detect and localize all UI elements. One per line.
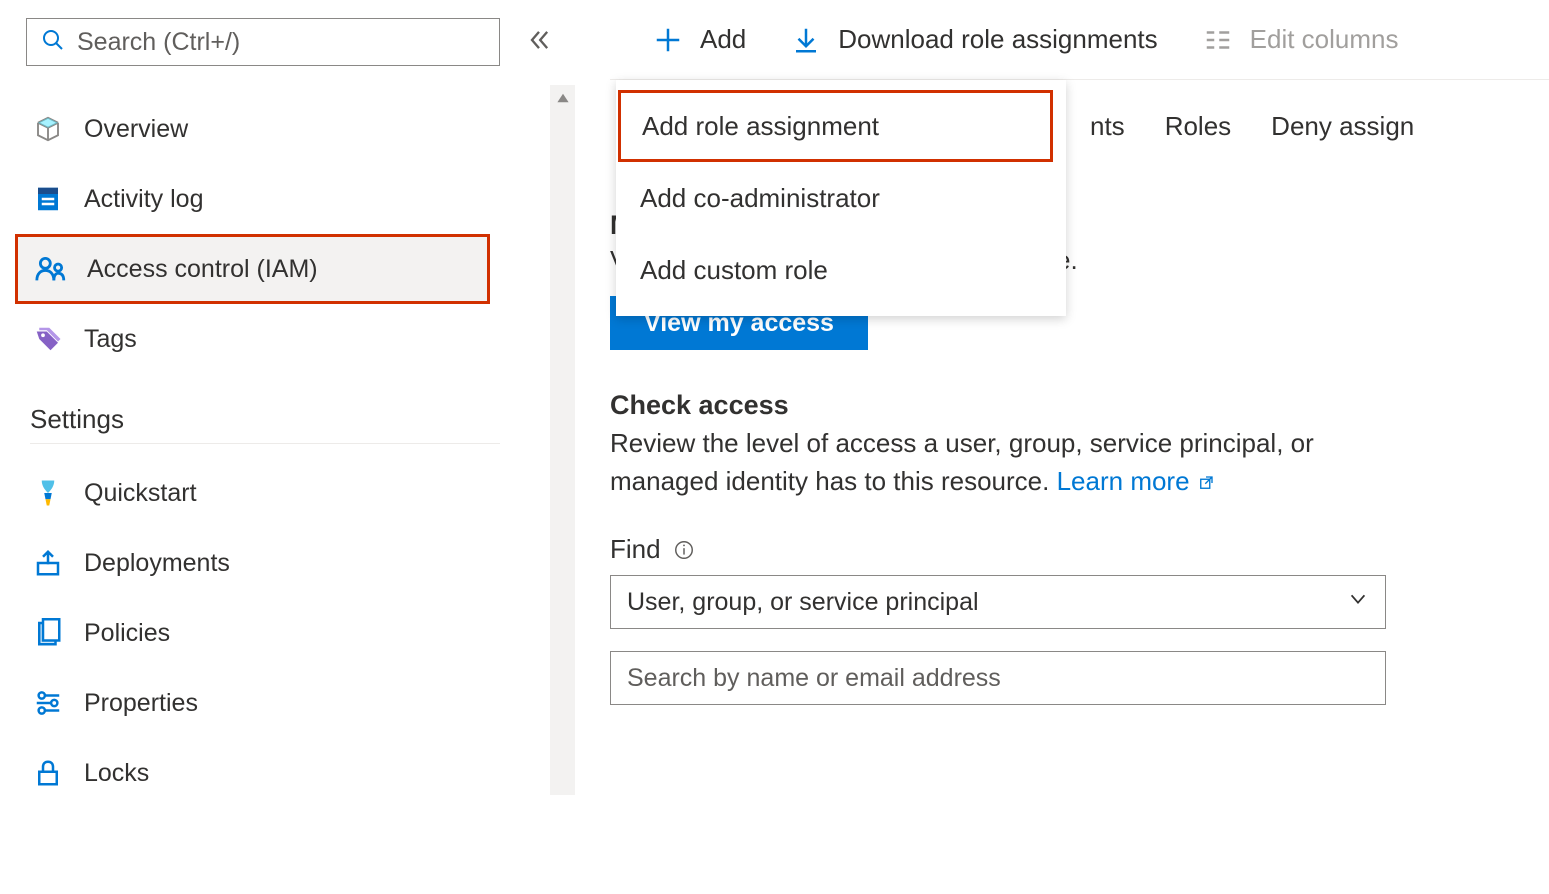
- dropdown-item-label: Add role assignment: [642, 111, 879, 142]
- people-icon: [33, 251, 69, 287]
- search-input[interactable]: [77, 28, 485, 57]
- learn-more-link[interactable]: Learn more: [1057, 466, 1215, 496]
- toolbar: Add Download role assignments Edit colum…: [610, 0, 1549, 80]
- find-search-box[interactable]: [610, 651, 1386, 705]
- quickstart-icon: [30, 475, 66, 511]
- dropdown-add-co-administrator[interactable]: Add co-administrator: [616, 162, 1066, 234]
- activity-log-icon: [30, 181, 66, 217]
- check-access-section: Check access Review the level of access …: [610, 390, 1549, 705]
- dropdown-add-role-assignment[interactable]: Add role assignment: [618, 90, 1053, 162]
- properties-icon: [30, 685, 66, 721]
- download-icon: [790, 24, 822, 56]
- learn-more-label: Learn more: [1057, 466, 1190, 496]
- tab-role-assignments-partial[interactable]: nts: [1090, 111, 1125, 142]
- external-link-icon: [1197, 474, 1215, 492]
- tab-deny-assignments[interactable]: Deny assign: [1271, 111, 1414, 142]
- nav-item-access-control[interactable]: Access control (IAM): [15, 234, 490, 304]
- download-role-assignments-button[interactable]: Download role assignments: [768, 0, 1179, 80]
- nav-label: Activity log: [84, 185, 203, 214]
- sidebar-section-settings: Settings: [0, 404, 575, 435]
- find-type-select[interactable]: User, group, or service principal: [610, 575, 1386, 629]
- nav-item-activity-log[interactable]: Activity log: [0, 164, 575, 234]
- find-label: Find: [610, 534, 661, 565]
- search-icon: [41, 28, 65, 57]
- nav-label: Locks: [84, 759, 149, 788]
- nav-item-locks[interactable]: Locks: [0, 738, 575, 808]
- check-access-title: Check access: [610, 390, 1549, 421]
- chevron-down-icon: [1347, 588, 1369, 617]
- toolbar-label: Download role assignments: [838, 24, 1157, 55]
- tab-roles[interactable]: Roles: [1165, 111, 1231, 142]
- sidebar: Overview Activity log Access control (IA…: [0, 0, 575, 894]
- dropdown-add-custom-role[interactable]: Add custom role: [616, 234, 1066, 306]
- info-icon[interactable]: [673, 539, 695, 561]
- nav-label: Quickstart: [84, 479, 197, 508]
- nav-item-tags[interactable]: Tags: [0, 304, 575, 374]
- nav-item-quickstart[interactable]: Quickstart: [0, 458, 575, 528]
- select-value: User, group, or service principal: [627, 588, 979, 617]
- plus-icon: [652, 24, 684, 56]
- dropdown-item-label: Add co-administrator: [640, 183, 880, 214]
- nav-items: Overview Activity log Access control (IA…: [0, 84, 575, 808]
- edit-columns-button[interactable]: Edit columns: [1180, 0, 1421, 80]
- toolbar-label: Add: [700, 24, 746, 55]
- dropdown-item-label: Add custom role: [640, 255, 828, 286]
- nav-item-overview[interactable]: Overview: [0, 94, 575, 164]
- search-box[interactable]: [26, 18, 500, 66]
- policies-icon: [30, 615, 66, 651]
- divider: [30, 443, 500, 444]
- nav-label: Access control (IAM): [87, 255, 318, 284]
- check-access-desc: Review the level of access a user, group…: [610, 425, 1390, 500]
- cube-icon: [30, 111, 66, 147]
- lock-icon: [30, 755, 66, 791]
- add-dropdown-menu: Add role assignment Add co-administrator…: [616, 80, 1066, 316]
- nav-label: Tags: [84, 325, 137, 354]
- columns-icon: [1202, 24, 1234, 56]
- nav-item-deployments[interactable]: Deployments: [0, 528, 575, 598]
- nav-label: Overview: [84, 115, 188, 144]
- nav-label: Properties: [84, 689, 198, 718]
- nav-label: Deployments: [84, 549, 230, 578]
- nav-item-policies[interactable]: Policies: [0, 598, 575, 668]
- search-row: [0, 0, 575, 84]
- toolbar-label: Edit columns: [1250, 24, 1399, 55]
- collapse-sidebar-button[interactable]: [525, 26, 553, 59]
- add-button[interactable]: Add: [630, 0, 768, 80]
- find-label-row: Find: [610, 534, 1549, 565]
- find-search-input[interactable]: [627, 664, 1369, 693]
- deployments-icon: [30, 545, 66, 581]
- nav-label: Policies: [84, 619, 170, 648]
- tags-icon: [30, 321, 66, 357]
- nav-item-properties[interactable]: Properties: [0, 668, 575, 738]
